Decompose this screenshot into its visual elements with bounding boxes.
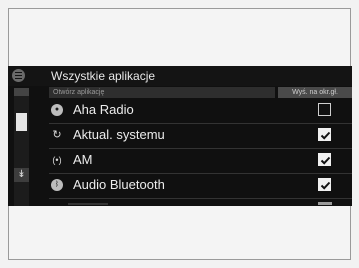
header-bar: Wszystkie aplikacje bbox=[8, 66, 352, 86]
open-app-bar[interactable]: Otwórz aplikację bbox=[49, 87, 275, 98]
list-item-aha-radio[interactable]: ● Aha Radio bbox=[49, 99, 352, 124]
bluetooth-icon: ᛒ bbox=[51, 179, 63, 191]
list-item-label: AM bbox=[73, 152, 93, 167]
double-chevron-down-icon: ↡ bbox=[17, 169, 26, 180]
scroll-thumb[interactable] bbox=[16, 113, 27, 131]
show-checkbox[interactable] bbox=[318, 178, 331, 191]
checkmark-icon bbox=[320, 156, 331, 165]
show-on-home-column-header: Wyś. na okr.gł. bbox=[278, 87, 352, 98]
checkmark-icon bbox=[320, 131, 331, 140]
list-item-bluetooth-audio[interactable]: ᛒ Audio Bluetooth bbox=[49, 174, 352, 199]
refresh-icon: ↻ bbox=[52, 129, 62, 141]
show-checkbox[interactable] bbox=[318, 153, 331, 166]
show-checkbox[interactable] bbox=[318, 128, 331, 141]
scroll-down-button[interactable]: ↡ bbox=[14, 168, 29, 182]
checkmark-icon bbox=[320, 181, 331, 190]
next-checkbox-partial bbox=[318, 202, 332, 205]
app-list-screen: Wszystkie aplikacje Otwórz aplikację Wyś… bbox=[8, 66, 352, 206]
antenna-icon: (•) bbox=[52, 155, 62, 165]
page-title: Wszystkie aplikacje bbox=[51, 69, 156, 83]
aha-icon: ● bbox=[51, 104, 63, 116]
list-item-am[interactable]: (•) AM bbox=[49, 149, 352, 174]
list-item-system-update[interactable]: ↻ Aktual. systemu bbox=[49, 124, 352, 149]
show-checkbox[interactable] bbox=[318, 103, 331, 116]
menu-icon[interactable] bbox=[12, 69, 25, 82]
scroll-up-button[interactable] bbox=[14, 88, 29, 96]
list-item-label: Audio Bluetooth bbox=[73, 177, 165, 192]
scrollbar[interactable]: ↡ bbox=[14, 88, 29, 206]
next-row-partial bbox=[68, 203, 108, 205]
list-item-label: Aktual. systemu bbox=[73, 127, 165, 142]
list-item-label: Aha Radio bbox=[73, 102, 134, 117]
